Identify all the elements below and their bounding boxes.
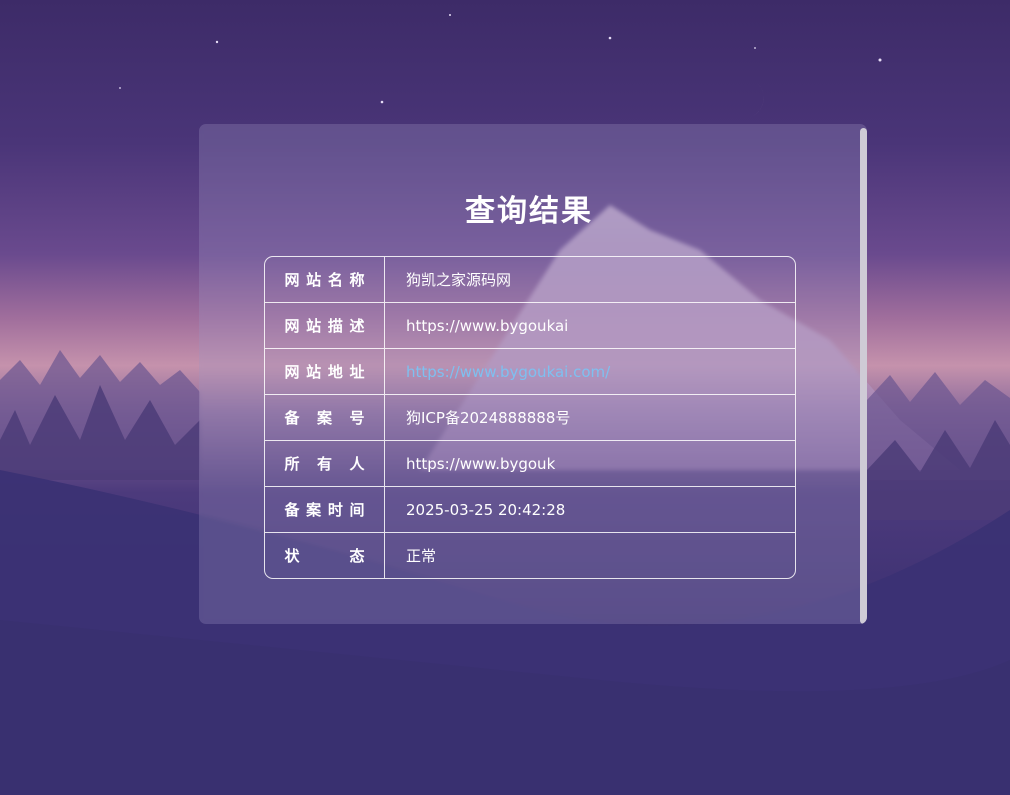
table-row: 网站名称 狗凯之家源码网 [265,257,795,303]
table-row: 备案号 狗ICP备2024888888号 [265,395,795,441]
table-row: 状态 正常 [265,533,795,578]
table-row: 网站描述 https://www.bygoukai [265,303,795,349]
table-row: 备案时间 2025-03-25 20:42:28 [265,487,795,533]
row-label: 状态 [265,533,385,578]
result-table: 网站名称 狗凯之家源码网 网站描述 https://www.bygoukai 网… [264,256,796,579]
row-label: 网站名称 [265,257,385,303]
row-value: 2025-03-25 20:42:28 [385,487,795,533]
row-value: https://www.bygoukai.com/ [385,349,795,395]
row-label: 网站地址 [265,349,385,395]
table-row: 所有人 https://www.bygouk [265,441,795,487]
row-label: 所有人 [265,441,385,487]
result-panel: 查询结果 网站名称 狗凯之家源码网 网站描述 https://www.bygou… [199,124,867,624]
row-value: 正常 [406,547,437,565]
site-url-link[interactable]: https://www.bygoukai.com/ [406,363,610,381]
row-label: 网站描述 [265,303,385,349]
row-value: https://www.bygoukai [385,303,795,349]
row-value: https://www.bygouk [385,441,795,487]
table-row: 网站地址 https://www.bygoukai.com/ [265,349,795,395]
page-title: 查询结果 [465,194,593,229]
crescent-moon-icon [730,82,764,119]
row-label: 备案时间 [265,487,385,533]
scrollbar[interactable] [860,128,867,624]
row-value: 狗ICP备2024888888号 [385,395,795,441]
row-label: 备案号 [265,395,385,441]
row-value: 狗凯之家源码网 [385,257,795,303]
